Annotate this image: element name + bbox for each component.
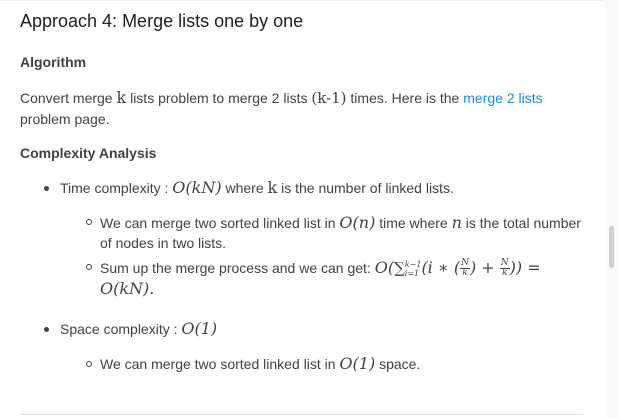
time-sub2-a: Sum up the merge process and we can get: — [100, 260, 371, 276]
algo-k-minus-1: (k-1) — [311, 89, 347, 107]
time-sub1-b: time where — [379, 215, 448, 231]
algo-text-end: problem page. — [20, 111, 110, 127]
page-title: Approach 4: Merge lists one by one — [20, 11, 304, 31]
merge-2-lists-link[interactable]: merge 2 lists — [463, 90, 542, 106]
algo-k: k — [116, 88, 127, 107]
time-sub1-cont: of nodes in two lists. — [100, 235, 227, 251]
algo-text-after: times. Here is the — [350, 90, 460, 106]
time-sub1-a: We can merge two sorted linked list in — [100, 215, 336, 231]
time-label: Time complexity : — [60, 180, 169, 196]
space-sub1-line: We can merge two sorted linked list in O… — [100, 353, 420, 375]
complexity-heading: Complexity Analysis — [20, 145, 157, 161]
time-sub1-line: We can merge two sorted linked list in O… — [100, 212, 581, 234]
algo-text-mid: lists problem to merge 2 lists — [130, 90, 308, 106]
time-complexity-line: Time complexity : O(kN) where k is the n… — [60, 177, 454, 199]
space-sub1-a: We can merge two sorted linked list in — [100, 356, 336, 372]
sub-bullet-space-1 — [86, 361, 92, 367]
time-suffix-1: where — [225, 180, 264, 196]
bullet-space — [44, 327, 49, 332]
time-expr: O(kN) — [172, 178, 222, 197]
space-label: Space complexity : — [60, 321, 178, 337]
section-divider — [20, 414, 583, 415]
scrollbar-track[interactable] — [604, 0, 618, 418]
algorithm-heading: Algorithm — [20, 54, 87, 70]
time-sub2-result: O(kN). — [100, 279, 155, 298]
time-sub1-expr: O(n) — [339, 213, 376, 232]
time-sub2-line: Sum up the merge process and we can get:… — [100, 257, 541, 279]
bullet-time — [44, 186, 49, 191]
time-k: k — [267, 178, 278, 197]
time-suffix-2: is the number of linked lists. — [281, 180, 454, 196]
sum-formula: O(∑ k−1 i=1 (i ∗ (Nk) + Nk)) = — [374, 258, 541, 278]
sub-bullet-time-1 — [86, 219, 92, 225]
space-sub1-b: space. — [379, 356, 421, 372]
algorithm-paragraph: Convert merge k lists problem to merge 2… — [20, 87, 580, 130]
time-sub1-n: n — [451, 213, 462, 232]
scrollbar-thumb[interactable] — [609, 226, 614, 268]
space-expr: O(1) — [181, 319, 218, 338]
top-border — [0, 0, 618, 1]
time-sub1-c: is the total number — [465, 215, 581, 231]
space-sub1-expr: O(1) — [339, 354, 376, 373]
space-complexity-line: Space complexity : O(1) — [60, 318, 217, 340]
sub-bullet-time-2 — [86, 264, 92, 270]
algo-text-before: Convert merge — [20, 90, 113, 106]
